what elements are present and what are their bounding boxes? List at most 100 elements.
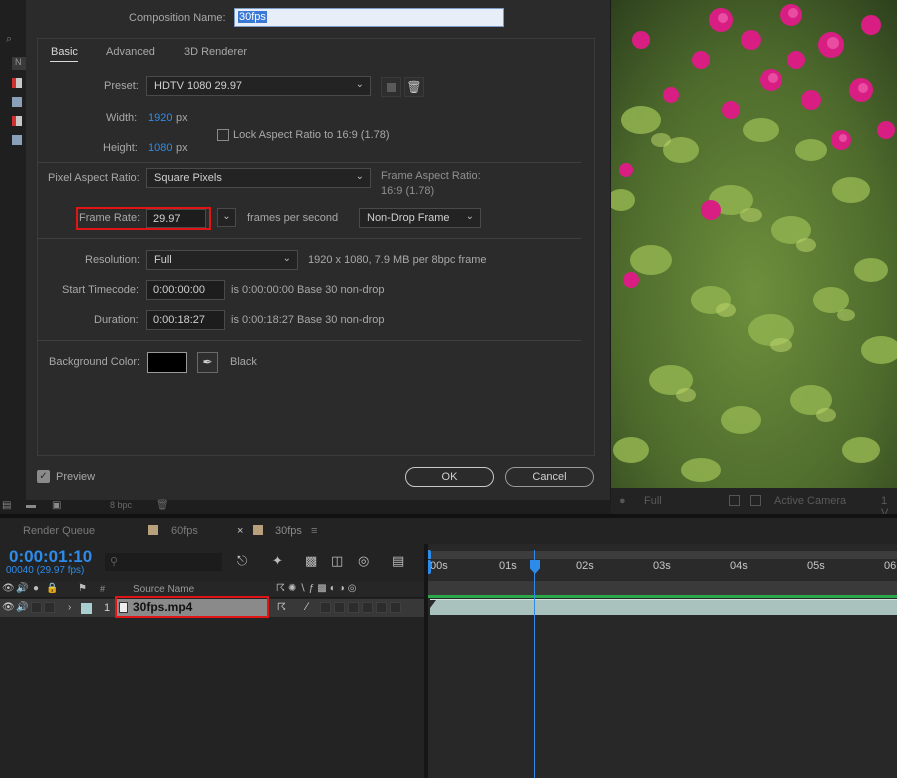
background-color-label: Background Color: bbox=[49, 356, 141, 368]
tab-60fps[interactable]: 60fps bbox=[171, 525, 198, 537]
pixel-aspect-dropdown[interactable]: Square Pixels ⌄ bbox=[146, 168, 371, 188]
timeline-track-area[interactable]: :00s 01s 02s 03s 04s 05s 06 bbox=[424, 544, 897, 778]
work-area-range[interactable] bbox=[428, 595, 897, 598]
time-navigator[interactable] bbox=[428, 551, 897, 559]
tab-3d-renderer[interactable]: 3D Renderer bbox=[184, 46, 247, 58]
width-label: Width: bbox=[106, 112, 138, 124]
region-of-interest-icon[interactable] bbox=[729, 495, 740, 506]
duration-info: is 0:00:18:27 Base 30 non-drop bbox=[231, 314, 385, 326]
switch-cell[interactable] bbox=[320, 602, 331, 613]
tab-render-queue[interactable]: Render Queue bbox=[23, 525, 95, 537]
close-tab-icon[interactable]: × bbox=[237, 525, 243, 537]
background-color-swatch[interactable] bbox=[147, 352, 187, 373]
project-footer-strip: ▤ ▬ ▣ 8 bpc 🗑 bbox=[0, 500, 611, 514]
switches-header-icons: ☈✺∖ƒ▩◐◑◎ bbox=[276, 583, 360, 594]
switch-cell[interactable] bbox=[362, 602, 373, 613]
layer-search-input[interactable]: ⚲ bbox=[105, 553, 222, 571]
new-comp-icon[interactable]: ▣ bbox=[52, 500, 61, 511]
tab-basic[interactable]: Basic bbox=[51, 46, 78, 58]
playhead-line[interactable] bbox=[534, 550, 535, 778]
layer-number: 1 bbox=[104, 602, 111, 614]
height-value[interactable]: 1080 bbox=[148, 142, 172, 154]
preset-value: HDTV 1080 29.97 bbox=[154, 80, 243, 92]
label-tag-icon[interactable]: ⚑ bbox=[78, 583, 87, 594]
frame-blending-icon[interactable]: ◫ bbox=[331, 553, 343, 569]
camera-dropdown[interactable]: Active Camera bbox=[774, 495, 846, 507]
tab-30fps[interactable]: 30fps bbox=[275, 525, 302, 537]
project-search-icon[interactable]: ⌕ bbox=[6, 33, 12, 46]
panel-menu-icon[interactable]: ≡ bbox=[311, 525, 317, 537]
resolution-info: 1920 x 1080, 7.9 MB per 8bpc frame bbox=[308, 254, 487, 266]
audio-icon[interactable]: 🔊 bbox=[16, 583, 28, 594]
timeline-divider[interactable] bbox=[424, 544, 428, 778]
comp-color-swatch bbox=[148, 525, 158, 535]
graph-editor-icon[interactable]: ▤ bbox=[392, 553, 404, 569]
switch-cell[interactable] bbox=[334, 602, 345, 613]
lock-toggle[interactable] bbox=[44, 602, 55, 613]
frame-rate-menu-button[interactable]: ⌄ bbox=[217, 208, 236, 227]
expand-arrow-icon[interactable]: › bbox=[68, 602, 71, 613]
shy-switch-icon[interactable]: ☈ bbox=[277, 602, 286, 613]
layer-row[interactable]: 👁 🔊 › 1 30fps.mp4 ☈ ∕ bbox=[0, 596, 424, 618]
resolution-dropdown[interactable]: Full ⌄ bbox=[146, 250, 298, 270]
flower-footage-frame bbox=[611, 0, 897, 488]
label-color-swatch[interactable] bbox=[81, 603, 92, 614]
start-timecode-field[interactable]: 0:00:00:00 bbox=[146, 280, 225, 300]
comp-color-swatch bbox=[253, 525, 263, 535]
footage-icon[interactable] bbox=[12, 116, 22, 126]
motion-blur-icon[interactable]: ◎ bbox=[358, 553, 369, 569]
solo-toggle[interactable] bbox=[31, 602, 42, 613]
ok-button[interactable]: OK bbox=[405, 467, 494, 487]
eyedropper-button[interactable]: ✒ bbox=[197, 352, 218, 373]
height-label: Height: bbox=[103, 142, 138, 154]
bpc-label[interactable]: 8 bpc bbox=[110, 500, 132, 510]
quality-switch-icon[interactable]: ∕ bbox=[306, 601, 308, 613]
preset-dropdown[interactable]: HDTV 1080 29.97 ⌄ bbox=[146, 76, 371, 96]
audio-icon[interactable]: 🔊 bbox=[16, 602, 28, 613]
frame-aspect-value: 16:9 (1.78) bbox=[381, 185, 435, 197]
footage-icon[interactable] bbox=[12, 78, 22, 88]
duration-field[interactable]: 0:00:18:27 bbox=[146, 310, 225, 330]
eye-icon[interactable]: 👁 bbox=[2, 602, 15, 613]
duration-label: Duration: bbox=[94, 314, 139, 326]
transparency-grid-icon[interactable] bbox=[750, 495, 761, 506]
switch-cell[interactable] bbox=[390, 602, 401, 613]
comp-flowchart-icon[interactable]: ⎋ bbox=[237, 553, 247, 569]
shy-layers-icon[interactable]: ▩ bbox=[305, 553, 317, 569]
project-panel-strip: ⌕ N bbox=[0, 0, 26, 500]
width-value[interactable]: 1920 bbox=[148, 112, 172, 124]
solo-icon[interactable]: ● bbox=[33, 583, 39, 594]
interpret-footage-icon[interactable]: ▤ bbox=[2, 500, 11, 511]
work-area-bar[interactable] bbox=[428, 581, 897, 595]
viewer-resolution-dropdown[interactable]: Full bbox=[644, 495, 662, 507]
eyedropper-icon: ✒ bbox=[202, 355, 213, 369]
draft-3d-icon[interactable]: ✦ bbox=[272, 553, 283, 569]
delete-preset-button[interactable]: 🗑 bbox=[404, 77, 424, 97]
new-folder-icon[interactable]: ▬ bbox=[26, 500, 36, 511]
composition-icon[interactable] bbox=[12, 135, 22, 145]
color-wheel-icon[interactable]: ● bbox=[619, 495, 626, 507]
composition-viewer-image[interactable] bbox=[611, 0, 897, 488]
preview-checkbox[interactable]: ✓ bbox=[37, 470, 50, 483]
lock-icon[interactable]: 🔒 bbox=[46, 583, 58, 594]
switch-cell[interactable] bbox=[348, 602, 359, 613]
trash-icon[interactable]: 🗑 bbox=[156, 500, 169, 511]
eye-icon[interactable]: 👁 bbox=[2, 583, 15, 594]
drop-frame-value: Non-Drop Frame bbox=[367, 212, 450, 224]
comp-name-field[interactable]: 30fps bbox=[234, 8, 504, 27]
layer-clip-bar[interactable] bbox=[430, 599, 897, 615]
background-color-name: Black bbox=[230, 356, 257, 368]
preset-label: Preset: bbox=[104, 80, 139, 92]
chevron-down-icon: ⌄ bbox=[355, 79, 364, 90]
composition-icon[interactable] bbox=[12, 97, 22, 107]
drop-frame-dropdown[interactable]: Non-Drop Frame ⌄ bbox=[359, 208, 481, 228]
save-preset-button[interactable] bbox=[381, 77, 401, 97]
cancel-button[interactable]: Cancel bbox=[505, 467, 594, 487]
layer-name-highlight bbox=[115, 596, 269, 618]
switch-cell[interactable] bbox=[376, 602, 387, 613]
start-timecode-label: Start Timecode: bbox=[62, 284, 140, 296]
lock-aspect-checkbox[interactable] bbox=[217, 129, 229, 141]
source-name-header[interactable]: Source Name bbox=[133, 584, 194, 595]
current-time-display[interactable]: 0:00:01:10 bbox=[9, 547, 92, 567]
tab-advanced[interactable]: Advanced bbox=[106, 46, 155, 58]
